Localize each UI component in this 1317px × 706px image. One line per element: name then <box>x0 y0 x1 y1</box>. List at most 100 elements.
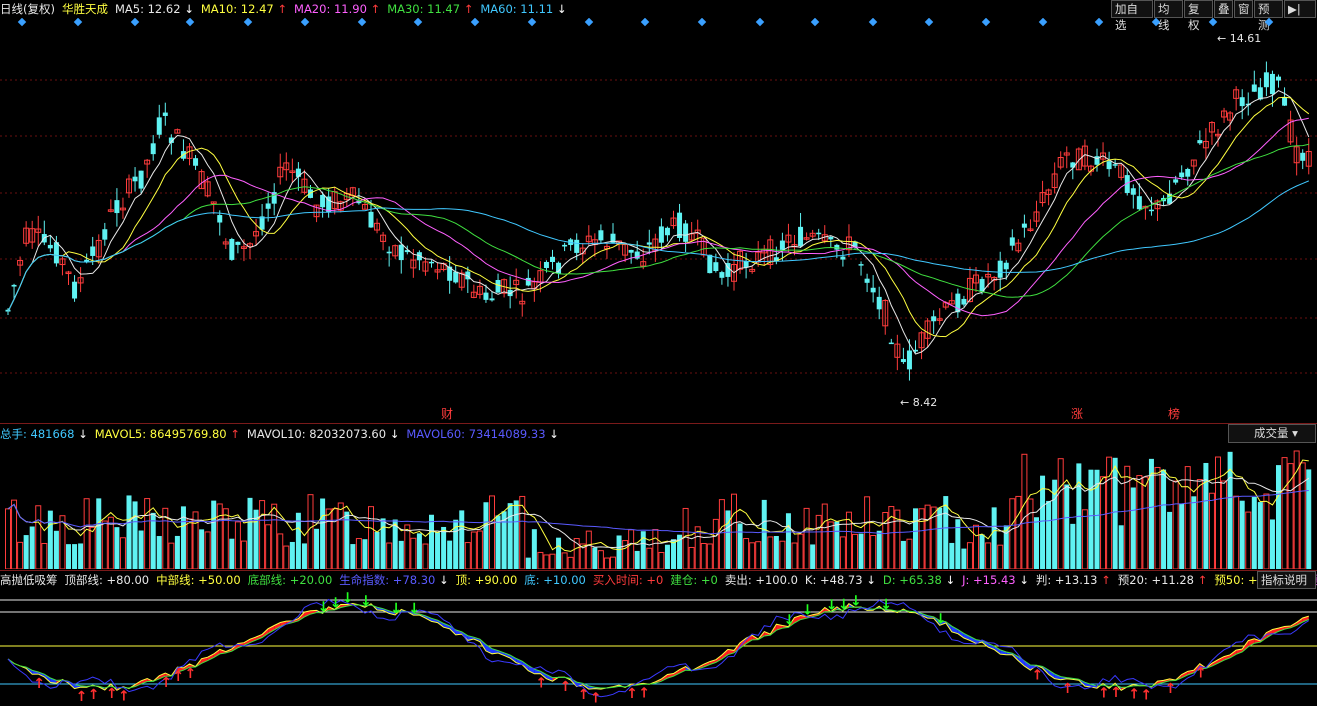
toolbar-button-1[interactable]: 均线 <box>1154 0 1183 32</box>
candle-body-down <box>1269 73 1275 95</box>
sell-arrow-icon: ↑ <box>590 691 602 706</box>
sell-arrow-icon: ↑ <box>1062 681 1074 697</box>
down-arrow-icon: ↓ <box>862 573 876 587</box>
candle-body-down <box>888 342 894 345</box>
volume-bar-up <box>1154 466 1161 569</box>
volume-bar-down <box>132 501 138 569</box>
volume-bar-up <box>1081 509 1088 569</box>
candle-body-down <box>398 244 404 261</box>
candle-body-down <box>259 216 265 230</box>
diamond-marker-icon <box>640 18 650 27</box>
ma-line-30 <box>7 143 1309 312</box>
volume-bar-up <box>597 550 604 569</box>
volume-bar-down <box>961 548 967 569</box>
up-arrow-icon: ↑ <box>1097 573 1111 587</box>
volume-bar-up <box>107 516 114 569</box>
volume-bar-up <box>1245 511 1252 569</box>
indicator-explain-button[interactable]: 指标说明 <box>1257 571 1316 589</box>
indicator-legend-item-9: 卖出: +100.0 <box>724 573 798 587</box>
ma-line-10 <box>7 96 1310 338</box>
candle-body-down <box>156 117 162 135</box>
candle-body-down <box>1239 97 1245 107</box>
buy-arrow-icon: ↓ <box>838 597 850 613</box>
volume-bar-down <box>459 510 465 569</box>
candle-body-down <box>1197 140 1203 144</box>
volume-bar-up <box>240 540 247 569</box>
toolbar-button-3[interactable]: 叠 <box>1214 0 1233 18</box>
volume-bar-up <box>404 524 411 569</box>
candle-body-down <box>1173 179 1179 183</box>
volume-bar-up <box>543 554 550 569</box>
volume-bar-up <box>712 518 719 569</box>
toolbar-button-4[interactable]: 窗 <box>1234 0 1253 18</box>
sell-arrow-icon: ↑ <box>160 675 172 691</box>
volume-bar-down <box>1191 496 1197 569</box>
candle-body-down <box>1130 188 1136 195</box>
period-label[interactable]: 日线(复权) <box>0 1 55 17</box>
down-arrow-icon: ↓ <box>74 427 88 441</box>
diamond-marker-icon <box>1264 18 1274 27</box>
volume-bar-down <box>78 543 84 569</box>
sell-arrow-icon: ↑ <box>118 689 130 705</box>
kd-ribbon <box>1048 670 1055 679</box>
ma-legend-item-0: MA5: 12.62 <box>114 2 181 16</box>
volume-bar-up <box>83 498 90 569</box>
volume-bar-down <box>785 513 791 569</box>
volume-selector[interactable]: 成交量 ▾ <box>1228 424 1316 443</box>
volume-bar-up <box>265 524 272 569</box>
volume-bar-down <box>937 507 943 569</box>
volume-bar-up <box>11 499 18 569</box>
volume-bar-down <box>979 534 985 569</box>
volume-bar-up <box>1299 462 1306 569</box>
candle-body-down <box>1136 196 1142 210</box>
ma-legend-item-3: MA30: 11.47 <box>387 2 461 16</box>
volume-bar-up <box>1184 466 1191 569</box>
volume-bar-down <box>1251 496 1257 569</box>
volume-bar-down <box>991 507 997 569</box>
down-arrow-icon: ↓ <box>545 427 559 441</box>
sell-arrow-icon: ↑ <box>106 686 118 702</box>
candle-body-down <box>1282 97 1288 106</box>
indicator-chart[interactable]: ↑↑ ↑ ↑ ↑↑ ↑ ↑↓ ↓ ↓ ↓ ↓ ↓↑ ↑ ↑ ↑ ↑ ↑↓↓ ↓ ↓ ↓ ↓↓↑↑ ↑ ↑ ↑ ↑ ↑↑ <box>0 589 1317 706</box>
volume-bar-down <box>320 498 326 569</box>
diamond-marker-icon <box>1151 18 1161 27</box>
volume-bar-up <box>222 508 229 569</box>
volume-bar-down <box>301 543 307 569</box>
volume-bar-up <box>706 543 713 569</box>
volume-bar-up <box>1142 476 1149 569</box>
volume-bar-up <box>821 503 828 569</box>
volume-bar-down <box>483 502 489 569</box>
buy-arrow-icon: ↓ <box>390 601 402 617</box>
volume-bar-down <box>495 515 501 569</box>
toolbar-button-0[interactable]: 加自选 <box>1111 0 1153 32</box>
vol-legend-item-2: MAVOL10: 82032073.60 <box>246 427 387 441</box>
volume-bar-up <box>658 551 665 569</box>
candle-body-down <box>719 272 725 278</box>
toolbar-button-5[interactable]: 预测 <box>1254 0 1283 32</box>
volume-bar-up <box>5 508 11 569</box>
volume-bar-down <box>1179 503 1185 569</box>
volume-bar-up <box>803 507 810 569</box>
sell-arrow-icon: ↑ <box>76 689 88 705</box>
volume-bar-up <box>1221 480 1228 569</box>
buy-arrow-icon: ↓ <box>408 601 420 617</box>
diamond-marker-icon <box>810 18 820 27</box>
volume-bar-up <box>767 536 774 569</box>
down-arrow-icon: ↓ <box>1015 573 1029 587</box>
vol-legend-item-3: MAVOL60: 73414089.33 <box>406 427 546 441</box>
price-candlestick-chart[interactable]: ← 14.61 ← 8.42 财 涨 榜 <box>0 18 1317 422</box>
volume-bar-up <box>997 544 1004 569</box>
volume-bar-down <box>180 506 186 569</box>
volume-bar-down <box>72 544 78 569</box>
volume-bar-down <box>531 529 537 569</box>
low-price-label: ← 8.42 <box>900 396 937 409</box>
candle-body-down <box>1179 172 1185 178</box>
volume-bar-down <box>1276 465 1281 569</box>
up-arrow-icon: ↑ <box>273 2 288 16</box>
toolbar-button-2[interactable]: 复权 <box>1184 0 1213 32</box>
volume-bar-up <box>216 503 223 569</box>
volume-bar-up <box>1233 495 1240 569</box>
volume-chart[interactable] <box>0 443 1317 569</box>
candle-body-down <box>864 278 870 283</box>
toolbar-button-6[interactable]: ▶| <box>1284 0 1316 18</box>
